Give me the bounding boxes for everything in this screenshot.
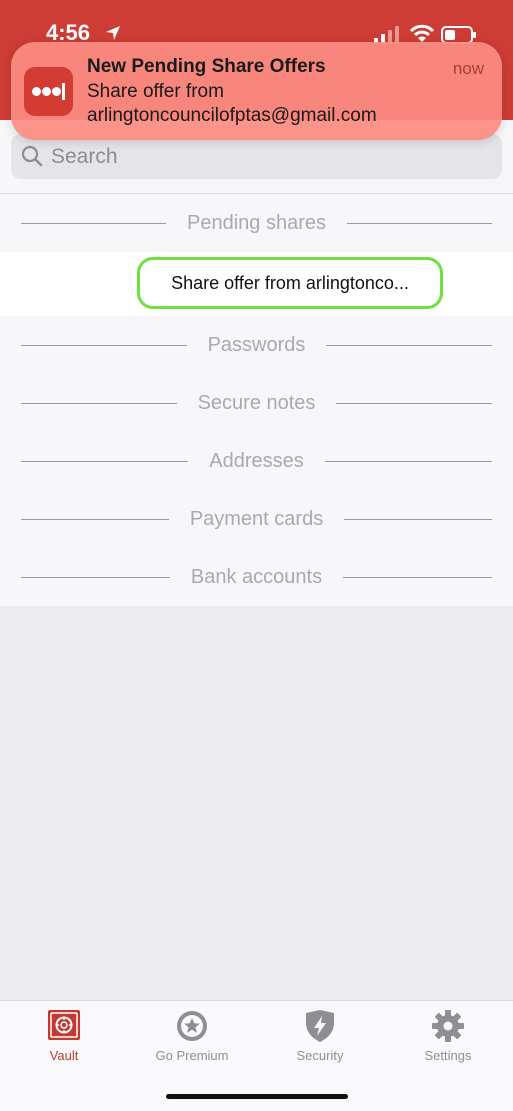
divider [344,518,493,520]
vault-list: Pending shares Share offer from arlingto… [0,194,513,606]
star-icon [177,1011,207,1041]
section-title: Passwords [207,333,306,356]
divider [347,222,493,224]
wifi-icon [410,24,434,42]
dot [32,87,41,96]
tab-security[interactable]: Security [256,1001,384,1081]
home-indicator[interactable] [166,1094,348,1099]
vault-icon [48,1010,80,1040]
tab-label: Settings [424,1048,472,1063]
tab-label: Go Premium [155,1048,229,1063]
search-box[interactable] [11,134,502,179]
dot [42,87,51,96]
push-notification-banner[interactable]: New Pending Share Offers Share offer fro… [11,42,502,140]
shield-bolt-icon [306,1010,334,1042]
tab-go-premium[interactable]: Go Premium [128,1001,256,1081]
section-title: Bank accounts [190,565,323,588]
divider [21,402,177,404]
gear-icon [432,1010,464,1042]
section-title: Payment cards [189,507,324,530]
pending-share-offer-item[interactable]: Share offer from arlingtonco... [137,257,443,309]
lastpass-dots-icon [24,67,73,116]
section-header-pending-shares: Pending shares [0,194,513,252]
section-header-payment-cards: Payment cards [0,490,513,548]
tab-label: Vault [49,1048,79,1063]
section-header-addresses: Addresses [0,432,513,490]
divider [343,576,493,578]
section-title: Secure notes [197,391,316,414]
divider [21,518,169,520]
tab-settings[interactable]: Settings [384,1001,512,1081]
tab-vault[interactable]: Vault [0,1001,128,1081]
divider [324,460,492,462]
search-input[interactable] [51,134,481,179]
pending-share-row: Share offer from arlingtonco... [0,252,513,316]
notification-time: now [452,59,484,78]
divider [21,222,167,224]
divider [21,460,189,462]
section-header-passwords: Passwords [0,316,513,374]
notification-body-line2: arlingtoncouncilofptas@gmail.com [87,105,377,126]
notification-body: Share offer from arlingtoncouncilofptas@… [87,80,437,128]
location-arrow-icon [106,26,120,40]
cursor-bar [62,83,65,100]
section-title: Addresses [209,449,304,472]
divider [21,576,170,578]
dot [52,87,61,96]
notification-body-line1: Share offer from [87,81,224,102]
divider [336,402,493,404]
search-icon [21,145,43,167]
section-header-bank-accounts: Bank accounts [0,548,513,606]
notification-title: New Pending Share Offers [87,56,326,77]
section-header-secure-notes: Secure notes [0,374,513,432]
divider [326,344,492,346]
section-title: Pending shares [187,211,326,234]
divider [21,344,187,346]
tab-label: Security [296,1048,344,1063]
